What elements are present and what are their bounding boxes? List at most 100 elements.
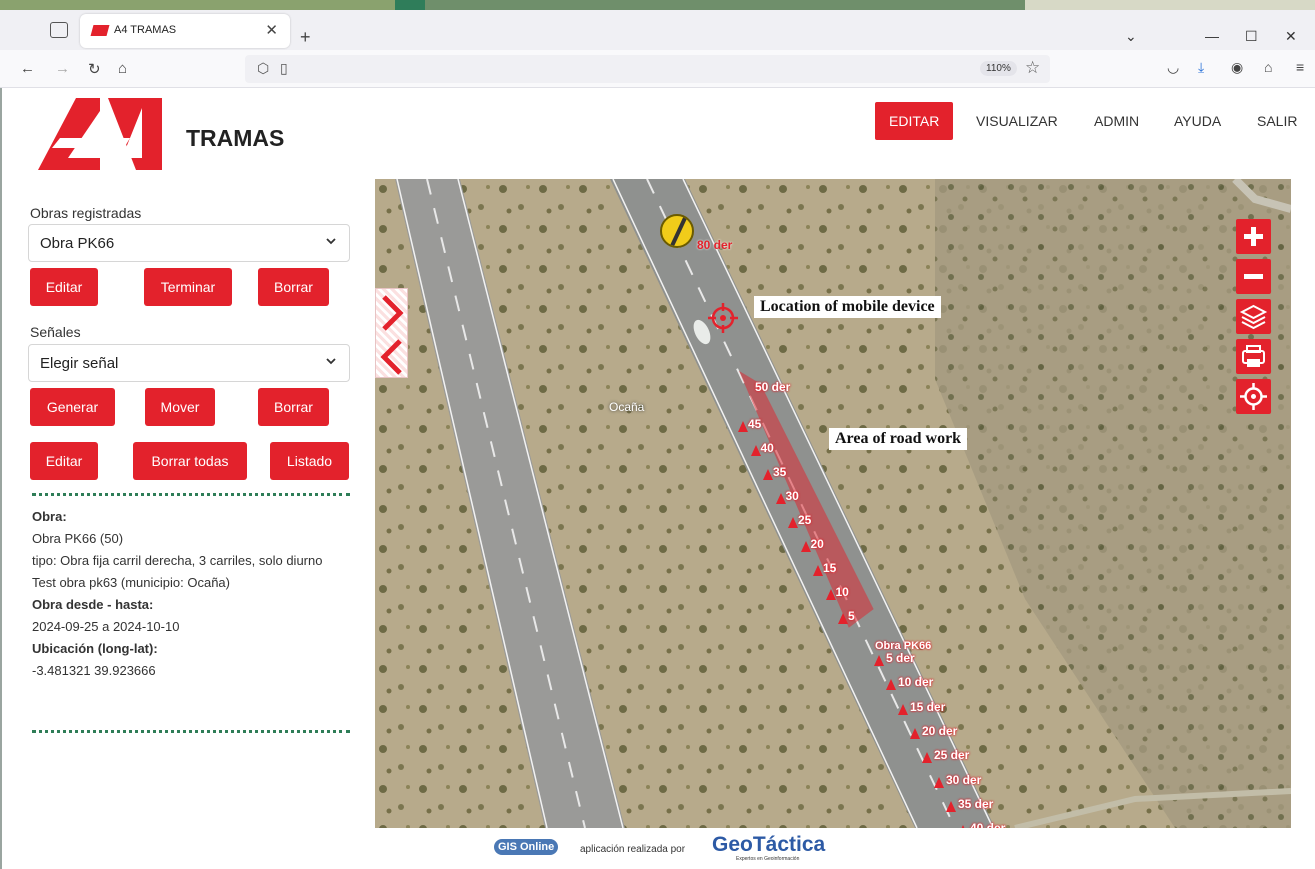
new-tab-icon[interactable]: + <box>300 27 311 48</box>
geotactica-logo: GeoTáctica <box>712 833 826 856</box>
after-mark-label: 20 der <box>922 723 958 738</box>
reload-icon[interactable]: ↻ <box>88 60 101 78</box>
chevron-down-icon[interactable]: ⌄ <box>1125 28 1137 45</box>
download-icon[interactable]: ⤓ <box>1198 59 1204 76</box>
shield-icon[interactable]: ⬡ <box>257 60 269 77</box>
senal-mover-button[interactable]: Mover <box>145 388 215 426</box>
senales-select-value: Elegir señal <box>40 355 119 372</box>
senales-select[interactable]: Elegir señal <box>28 344 350 382</box>
menu-icon[interactable]: ≡ <box>1296 59 1304 75</box>
zoom-level[interactable]: 110% <box>980 61 1017 76</box>
url-bar[interactable]: ⬡ ▯ 110% ☆ <box>245 55 1050 83</box>
zoom-in-button[interactable] <box>1236 219 1271 254</box>
borrar-todas-button[interactable]: Borrar todas <box>133 442 247 480</box>
locate-icon <box>1240 383 1267 410</box>
obras-label: Obras registradas <box>30 205 142 221</box>
chevron-left-icon <box>380 339 402 375</box>
traffic-cone-icon <box>946 800 956 812</box>
zone-mark-label: 10 <box>835 585 849 599</box>
zone-mark-label: 40 <box>760 441 774 455</box>
traffic-cone-icon <box>825 589 836 600</box>
senal-generar-button[interactable]: Generar <box>30 388 115 426</box>
zoom-out-button[interactable] <box>1236 259 1271 294</box>
forward-icon[interactable]: → <box>55 60 70 77</box>
gis-online-logo: GIS Online <box>494 839 559 855</box>
after-mark-label: 25 der <box>934 748 970 763</box>
zone-start-label: 50 der <box>755 380 791 394</box>
tab-a4-tramas[interactable]: A4 TRAMAS ✕ <box>80 14 290 48</box>
account-icon[interactable]: ◉ <box>1231 59 1243 76</box>
after-mark-label: 10 der <box>898 675 934 690</box>
nav-ayuda[interactable]: AYUDA <box>1174 102 1221 140</box>
tab-list-icon[interactable] <box>50 22 68 38</box>
nav-visualizar[interactable]: VISUALIZAR <box>976 102 1058 140</box>
chevron-right-icon[interactable] <box>376 289 409 379</box>
nav-admin[interactable]: ADMIN <box>1094 102 1139 140</box>
traffic-cone-icon <box>898 703 908 715</box>
ubicacion-heading: Ubicación (long-lat): <box>32 641 158 656</box>
obra-heading: Obra: <box>32 509 67 524</box>
maximize-icon[interactable]: ☐ <box>1245 28 1258 45</box>
ubicacion: -3.481321 39.923666 <box>32 663 156 678</box>
after-mark-label: 5 der <box>886 651 915 665</box>
map-view[interactable]: 80 der Ocaña 50 der 45 40 35 30 25 20 15 10 5 Ob… <box>375 179 1291 828</box>
obras-select-value: Obra PK66 <box>40 235 115 252</box>
close-window-icon[interactable]: ✕ <box>1285 28 1297 45</box>
locate-button[interactable] <box>1236 379 1271 414</box>
minimize-icon[interactable]: — <box>1205 28 1219 44</box>
direction-marker-icon[interactable] <box>660 214 694 248</box>
obra-borrar-button[interactable]: Borrar <box>258 268 329 306</box>
zone-mark-label: 20 <box>810 537 824 551</box>
bookmark-star-icon[interactable]: ☆ <box>1025 58 1040 78</box>
layers-button[interactable] <box>1236 299 1271 334</box>
annotation-location: Location of mobile device <box>754 296 941 318</box>
print-icon <box>1242 345 1265 367</box>
traffic-cone-icon <box>763 469 773 480</box>
traffic-cone-icon <box>813 565 823 576</box>
nav-editar[interactable]: EDITAR <box>875 102 954 140</box>
after-mark-label: 15 der <box>910 699 946 714</box>
obra-tipo: tipo: Obra fija carril derecha, 3 carril… <box>32 553 323 568</box>
obra-editar-button[interactable]: Editar <box>30 268 98 306</box>
pocket-icon[interactable]: ◡ <box>1167 59 1179 76</box>
after-mark-label: 35 der <box>958 796 994 811</box>
navigation-bar: ← → ↻ ⌂ ⬡ ▯ 110% ☆ ◡ ⤓ ◉ ⌂ ≡ <box>0 50 1315 88</box>
brand-title: TRAMAS <box>186 125 285 151</box>
nav-salir[interactable]: SALIR <box>1257 102 1297 140</box>
back-icon[interactable]: ← <box>20 60 35 77</box>
zone-mark-label: 5 <box>848 609 855 623</box>
traffic-cone-icon <box>958 825 968 828</box>
obras-select[interactable]: Obra PK66 <box>28 224 350 262</box>
plus-icon <box>1244 227 1263 246</box>
desktop-strip <box>0 0 1315 10</box>
after-mark-label: 40 der <box>970 821 1005 828</box>
aerial-map <box>375 179 1291 828</box>
fechas-heading: Obra desde - hasta: <box>32 597 154 612</box>
senales-label: Señales <box>30 324 81 340</box>
traffic-cone-icon <box>775 493 786 504</box>
geotactica-tagline: Expertos en Geoinformación <box>736 856 800 862</box>
home-icon[interactable]: ⌂ <box>118 60 127 77</box>
marker-80-label: 80 der <box>697 238 733 252</box>
after-mark-label: 30 der <box>946 772 982 787</box>
extensions-icon[interactable]: ⌂ <box>1264 59 1272 75</box>
listado-button[interactable]: Listado <box>270 442 349 480</box>
traffic-cone-icon <box>910 727 920 739</box>
traffic-cone-icon <box>886 679 896 691</box>
senal-borrar-button[interactable]: Borrar <box>258 388 329 426</box>
chevron-down-icon <box>326 238 336 245</box>
print-button[interactable] <box>1236 339 1271 374</box>
close-tab-icon[interactable]: ✕ <box>265 21 278 39</box>
footer-text: aplicación realizada por <box>580 844 686 855</box>
layers-icon <box>1239 304 1268 330</box>
senal-editar-button[interactable]: Editar <box>30 442 98 480</box>
page-icon[interactable]: ▯ <box>280 60 288 77</box>
zone-mark-label: 35 <box>773 465 787 479</box>
obra-terminar-button[interactable]: Terminar <box>144 268 232 306</box>
annotation-area: Area of road work <box>829 428 968 450</box>
panel-toggle[interactable] <box>375 288 408 378</box>
zone-mark-label: 30 <box>785 489 799 503</box>
window-left-edge <box>0 88 10 869</box>
divider-bottom <box>32 730 350 733</box>
traffic-cone-icon <box>874 655 884 666</box>
